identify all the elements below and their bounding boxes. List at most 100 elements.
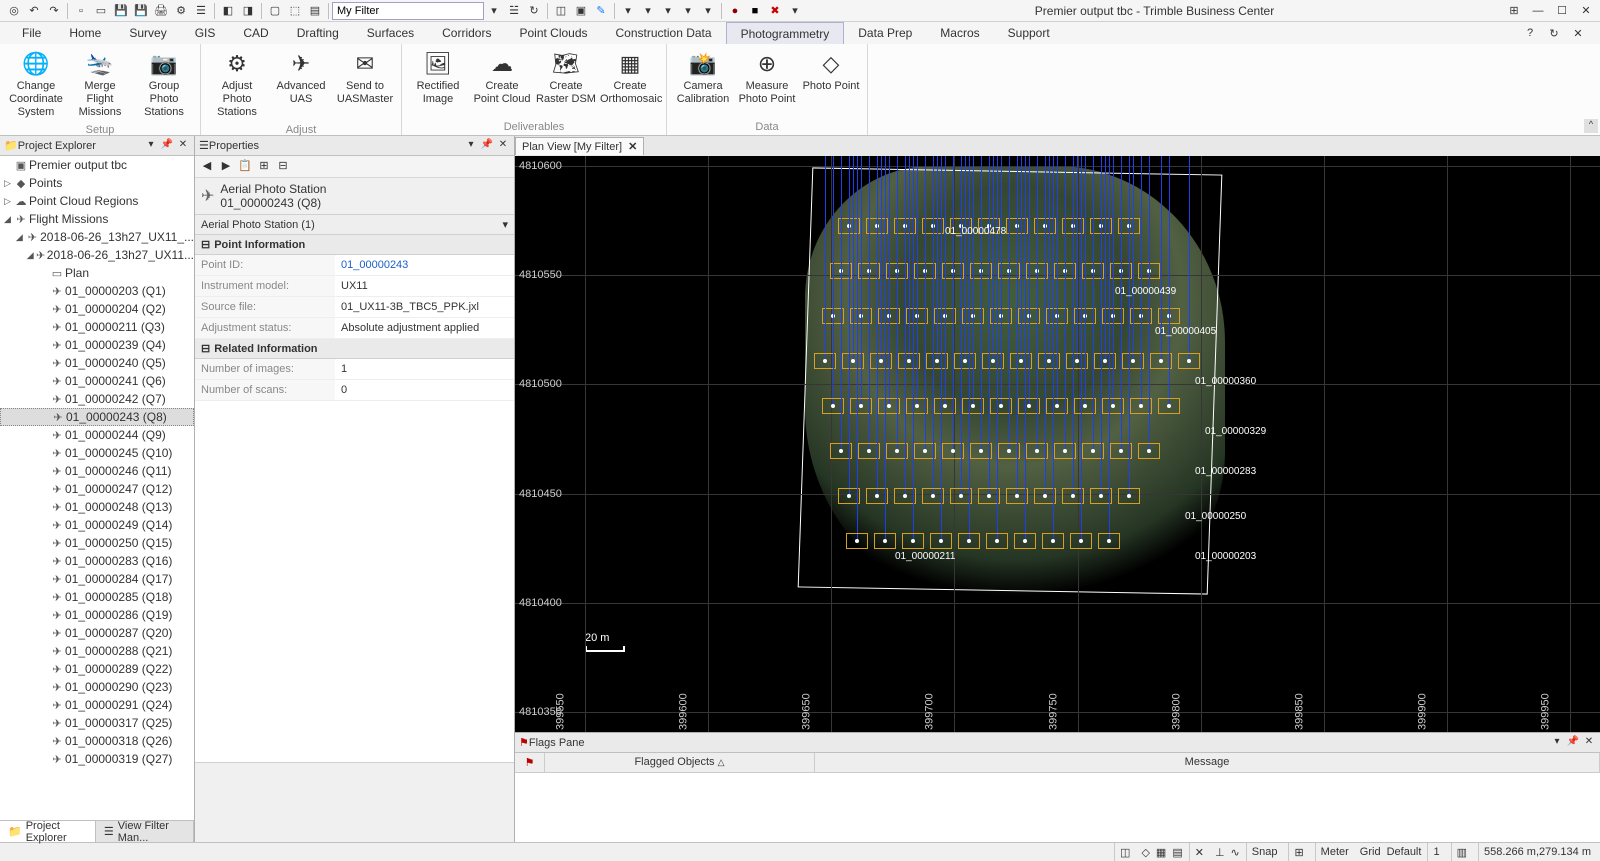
tree-station[interactable]: ✈01_00000203 (Q1) <box>0 282 194 300</box>
photo-station-point[interactable] <box>839 449 843 453</box>
photo-station-point[interactable] <box>1019 359 1023 363</box>
expand-icon[interactable]: ⊞ <box>256 159 272 175</box>
tree-mission[interactable]: ◢✈2018-06-26_13h27_UX11_... <box>0 228 194 246</box>
cancel-icon[interactable]: ✖ <box>766 2 784 20</box>
back-icon[interactable]: ◀ <box>199 159 215 175</box>
gear-icon[interactable]: ⚙ <box>172 2 190 20</box>
photo-station-point[interactable] <box>1099 494 1103 498</box>
tree-station[interactable]: ✈01_00000290 (Q23) <box>0 678 194 696</box>
status-icon-b[interactable]: ◇ <box>1141 846 1149 859</box>
undo-icon[interactable]: ↶ <box>25 2 43 20</box>
status-icon-h[interactable]: ⊞ <box>1288 843 1308 861</box>
status-icon-e[interactable]: ✕ <box>1189 843 1209 861</box>
qat-dropdown-icon[interactable]: ▾ <box>786 2 804 20</box>
photo-station-point[interactable] <box>895 449 899 453</box>
minimize-icon[interactable]: — <box>1529 2 1547 20</box>
filter-manager-icon[interactable]: ☱ <box>505 2 523 20</box>
photo-station-point[interactable] <box>903 494 907 498</box>
tree-station[interactable]: ✈01_00000211 (Q3) <box>0 318 194 336</box>
menu-gis[interactable]: GIS <box>181 22 230 44</box>
merge-flight-missions[interactable]: 🛬Merge Flight Missions <box>68 46 132 122</box>
ribbon-collapse-icon[interactable]: ^ <box>1584 119 1598 133</box>
tree-station[interactable]: ✈01_00000285 (Q18) <box>0 588 194 606</box>
photo-station-point[interactable] <box>979 449 983 453</box>
help-icon[interactable]: ? <box>1521 24 1539 42</box>
tree-station[interactable]: ✈01_00000318 (Q26) <box>0 732 194 750</box>
close-panel-icon[interactable]: ✕ <box>1582 736 1596 750</box>
close-panel-icon[interactable]: ✕ <box>496 139 510 153</box>
photo-station-point[interactable] <box>1127 494 1131 498</box>
tab-project-explorer[interactable]: 📁Project Explorer <box>0 821 96 842</box>
dropdown-c-icon[interactable]: ▾ <box>659 2 677 20</box>
snap-toggle[interactable]: Snap <box>1246 843 1283 861</box>
photo-station-point[interactable] <box>943 404 947 408</box>
flagged-objects-column[interactable]: Flagged Objects △ <box>545 753 815 772</box>
record-icon[interactable]: ● <box>726 2 744 20</box>
advanced-uas[interactable]: ✈Advanced UAS <box>269 46 333 122</box>
photo-station-point[interactable] <box>923 449 927 453</box>
status-icon-f[interactable]: ⊥ <box>1215 846 1225 859</box>
photo-station-point[interactable] <box>967 539 971 543</box>
photo-station-point[interactable] <box>867 449 871 453</box>
tree-station[interactable]: ✈01_00000247 (Q12) <box>0 480 194 498</box>
status-icon-g[interactable]: ∿ <box>1231 846 1240 859</box>
tree-station[interactable]: ✈01_00000241 (Q6) <box>0 372 194 390</box>
view-filter-select[interactable] <box>332 2 484 20</box>
photo-station-point[interactable] <box>1103 359 1107 363</box>
photo-station-point[interactable] <box>1079 539 1083 543</box>
status-icon-c[interactable]: ▦ <box>1156 846 1166 859</box>
photo-station-point[interactable] <box>935 359 939 363</box>
photo-station-point[interactable] <box>959 494 963 498</box>
close-tab-icon[interactable]: ✕ <box>628 140 637 153</box>
menu-cad[interactable]: CAD <box>229 22 282 44</box>
tree-point-cloud-regions[interactable]: ▷☁Point Cloud Regions <box>0 192 194 210</box>
properties-selector[interactable]: Aerial Photo Station (1)▾ <box>195 215 514 235</box>
toggle-a-icon[interactable]: ◧ <box>219 2 237 20</box>
photo-station-point[interactable] <box>915 404 919 408</box>
print-icon[interactable]: 🖨 <box>152 2 170 20</box>
dropdown-b-icon[interactable]: ▾ <box>639 2 657 20</box>
menu-home[interactable]: Home <box>55 22 115 44</box>
menu-data-prep[interactable]: Data Prep <box>844 22 926 44</box>
photo-station-point[interactable] <box>939 539 943 543</box>
menu-corridors[interactable]: Corridors <box>428 22 505 44</box>
tree-station[interactable]: ✈01_00000319 (Q27) <box>0 750 194 768</box>
tree-station[interactable]: ✈01_00000249 (Q14) <box>0 516 194 534</box>
photo-station-point[interactable] <box>1015 494 1019 498</box>
box-icon[interactable]: ▢ <box>266 2 284 20</box>
photo-station-point[interactable] <box>907 359 911 363</box>
list-icon[interactable]: ☰ <box>192 2 210 20</box>
photo-station-point[interactable] <box>999 404 1003 408</box>
message-column[interactable]: Message <box>815 753 1600 772</box>
create-raster-dsm[interactable]: 🗺Create Raster DSM <box>534 46 598 119</box>
tree-station[interactable]: ✈01_00000286 (Q19) <box>0 606 194 624</box>
toggle-b-icon[interactable]: ◨ <box>239 2 257 20</box>
save-icon[interactable]: 💾 <box>112 2 130 20</box>
forward-icon[interactable]: ▶ <box>218 159 234 175</box>
photo-station-point[interactable] <box>987 494 991 498</box>
photo-station-point[interactable] <box>1111 404 1115 408</box>
photo-station-point[interactable] <box>879 359 883 363</box>
tree-station[interactable]: ✈01_00000284 (Q17) <box>0 570 194 588</box>
menu-macros[interactable]: Macros <box>926 22 993 44</box>
new-icon[interactable]: ▫ <box>72 2 90 20</box>
photo-point[interactable]: ◇Photo Point <box>799 46 863 119</box>
tree-station[interactable]: ✈01_00000243 (Q8) <box>0 408 194 426</box>
dropdown-a-icon[interactable]: ▾ <box>619 2 637 20</box>
adjust-photo-stations[interactable]: ⚙Adjust Photo Stations <box>205 46 269 122</box>
photo-station-point[interactable] <box>1051 539 1055 543</box>
photo-station-point[interactable] <box>1007 449 1011 453</box>
photo-station-point[interactable] <box>1167 404 1171 408</box>
menu-surfaces[interactable]: Surfaces <box>353 22 428 44</box>
create-point-cloud[interactable]: ☁Create Point Cloud <box>470 46 534 119</box>
photo-station-point[interactable] <box>1071 494 1075 498</box>
redo-icon[interactable]: ↷ <box>45 2 63 20</box>
photo-station-point[interactable] <box>1027 404 1031 408</box>
tree-submission[interactable]: ◢✈2018-06-26_13h27_UX11... <box>0 246 194 264</box>
help-tip-icon[interactable]: ⊞ <box>1505 2 1523 20</box>
photo-station-point[interactable] <box>1147 449 1151 453</box>
menu-file[interactable]: File <box>8 22 55 44</box>
refresh-filter-icon[interactable]: ↻ <box>525 2 543 20</box>
saveas-icon[interactable]: 💾 <box>132 2 150 20</box>
pin-icon[interactable]: 📌 <box>1566 736 1580 750</box>
